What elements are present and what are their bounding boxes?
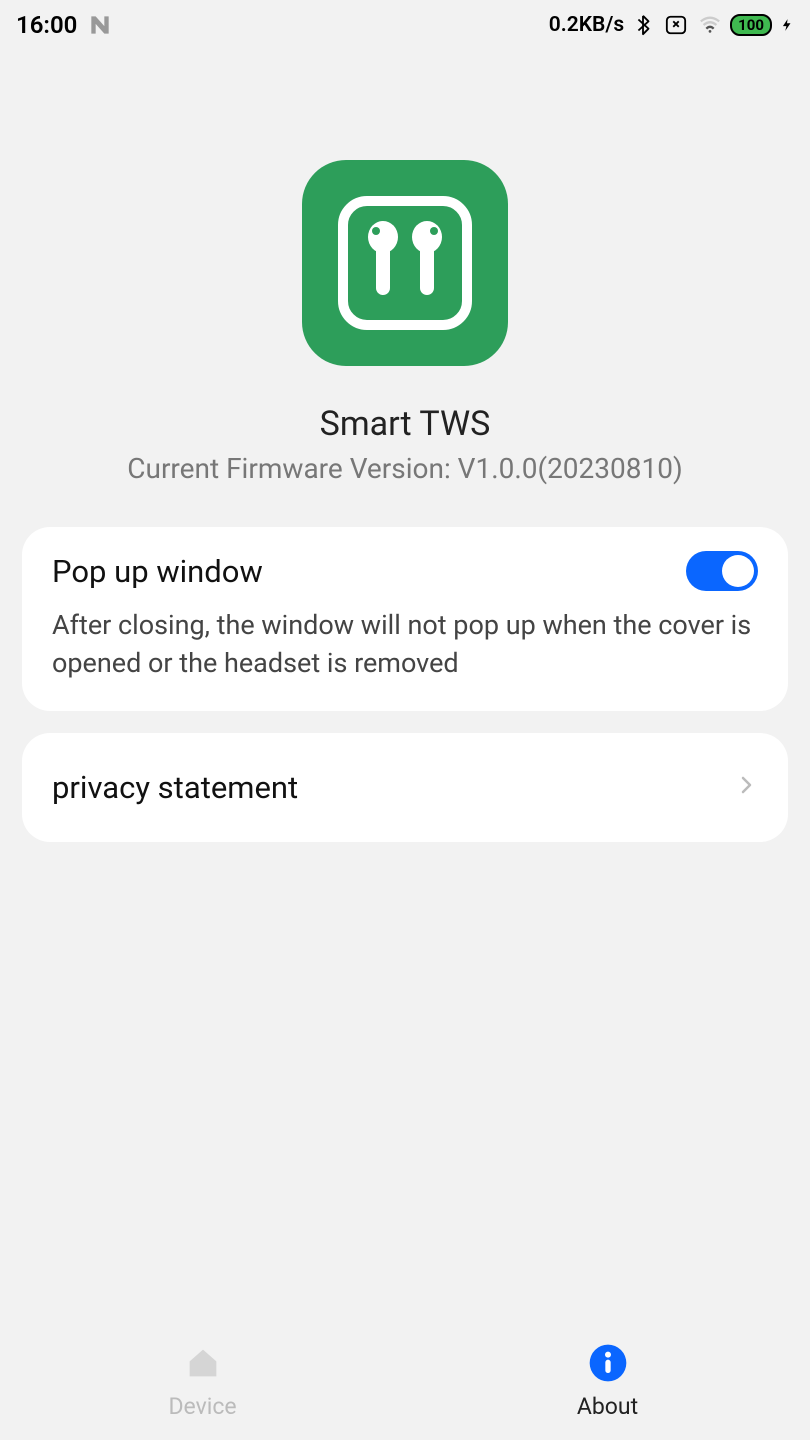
status-bar: 16:00 0.2KB/s 100 <box>0 0 810 50</box>
status-time: 16:00 <box>16 11 77 39</box>
no-sim-icon <box>662 14 690 36</box>
wifi-icon <box>698 14 722 36</box>
popup-setting-row: Pop up window <box>52 551 758 591</box>
app-title: Smart TWS <box>0 404 810 444</box>
nav-device[interactable]: Device <box>0 1320 405 1440</box>
battery-indicator: 100 <box>730 14 772 36</box>
main-content: Smart TWS Current Firmware Version: V1.0… <box>0 50 810 842</box>
nav-about[interactable]: About <box>405 1320 810 1440</box>
bluetooth-icon <box>632 12 654 38</box>
network-speed: 0.2KB/s <box>549 13 624 37</box>
privacy-label: privacy statement <box>52 769 298 806</box>
home-icon <box>183 1341 223 1385</box>
privacy-statement-row[interactable]: privacy statement <box>22 733 788 842</box>
status-bar-left: 16:00 <box>16 11 113 39</box>
toggle-knob <box>722 555 754 587</box>
charging-icon <box>780 13 794 37</box>
bottom-nav: Device About <box>0 1320 810 1440</box>
info-icon <box>588 1341 628 1385</box>
app-logo-container <box>0 160 810 366</box>
chevron-right-icon <box>734 773 758 801</box>
nav-about-label: About <box>577 1393 638 1420</box>
firmware-version: Current Firmware Version: V1.0.0(2023081… <box>0 452 810 485</box>
status-bar-right: 0.2KB/s 100 <box>549 12 794 38</box>
settings-list: Pop up window After closing, the window … <box>0 527 810 842</box>
nav-device-label: Device <box>168 1393 236 1420</box>
popup-setting-title: Pop up window <box>52 553 263 590</box>
popup-setting-description: After closing, the window will not pop u… <box>52 607 758 683</box>
popup-toggle[interactable] <box>686 551 758 591</box>
app-logo-icon <box>302 160 508 366</box>
n-logo-icon <box>87 12 113 38</box>
popup-setting-card: Pop up window After closing, the window … <box>22 527 788 711</box>
